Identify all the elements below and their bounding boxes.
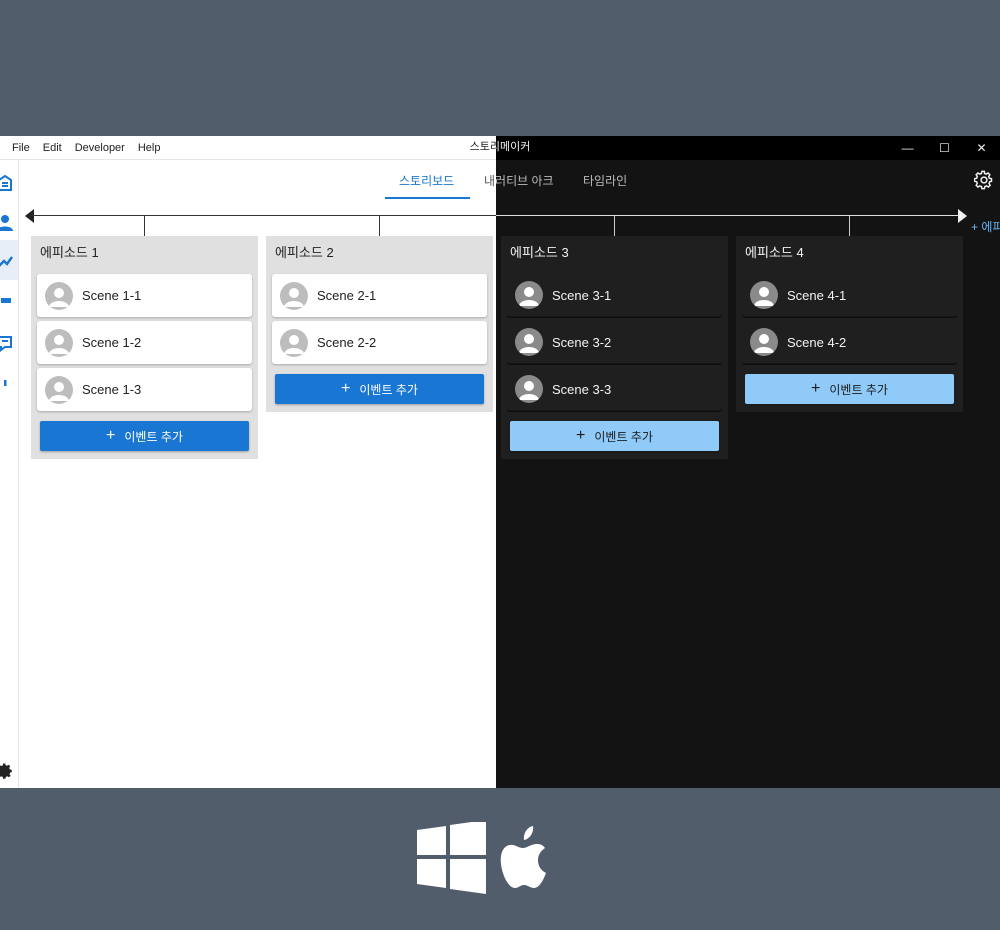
add-event-label: 이벤트 추가 xyxy=(829,382,888,397)
apple-logo xyxy=(500,826,546,888)
scene-list: Scene 1-1 Scene 1-2 Scene 1-3 xyxy=(31,274,258,411)
scene-label: Scene 4-1 xyxy=(787,287,847,303)
active-tab-indicator xyxy=(385,197,470,199)
view-tabs: 스토리보드 내러티브 아크 타임라인 xyxy=(0,160,496,200)
add-event-button[interactable]: + 이벤트 추가 xyxy=(745,374,954,404)
episode-column-3: 에피소드 3 Scene 3-1 Scene 3-2 Scene 3-3 + 이… xyxy=(501,236,728,459)
person-avatar-icon xyxy=(750,328,778,356)
app-window: File Edit Developer Help 스토리메이커 — ☐ ✕ xyxy=(0,136,1000,788)
scene-card[interactable]: Scene 1-1 xyxy=(37,274,252,317)
person-avatar-icon xyxy=(515,375,543,403)
person-avatar-icon xyxy=(750,281,778,309)
flag-icon[interactable] xyxy=(0,290,16,312)
scene-card[interactable]: Scene 4-1 xyxy=(742,274,957,317)
scene-card[interactable]: Scene 2-1 xyxy=(272,274,487,317)
tab-narrative-arc[interactable]: 내러티브 아크 xyxy=(496,172,554,189)
person-avatar-icon xyxy=(515,281,543,309)
add-event-label: 이벤트 추가 xyxy=(124,429,183,444)
episode-title: 에피소드 4 xyxy=(745,245,804,260)
scene-card[interactable]: Scene 2-2 xyxy=(272,321,487,364)
scene-label: Scene 3-2 xyxy=(552,334,612,350)
episode-column-1: 에피소드 1 Scene 1-1 Scene 1-2 Scene 1-3 + 이… xyxy=(31,236,258,459)
dark-theme-half: File Edit Developer Help 스토리메이커 — ☐ ✕ xyxy=(496,136,1000,788)
scene-label: Scene 1-3 xyxy=(82,382,142,397)
edit-icon[interactable] xyxy=(0,250,16,272)
tab-narrative-arc[interactable]: 내러티브 아크 xyxy=(484,172,496,189)
light-theme-half: File Edit Developer Help 스토리메이커 — ☐ ✕ xyxy=(0,136,496,788)
episode-title: 에피소드 1 xyxy=(40,245,99,260)
add-event-button[interactable]: + 이벤트 추가 xyxy=(40,421,249,451)
scene-list: Scene 2-1 Scene 2-2 xyxy=(266,274,493,364)
timeline-tick xyxy=(379,216,380,236)
scene-card[interactable]: Scene 1-2 xyxy=(37,321,252,364)
add-event-label: 이벤트 추가 xyxy=(359,382,418,397)
person-avatar-icon xyxy=(280,328,308,357)
sidebar xyxy=(0,160,19,788)
add-event-button[interactable]: + 이벤트 추가 xyxy=(510,421,719,451)
timeline-tick xyxy=(849,216,850,236)
scene-card[interactable]: Scene 3-1 xyxy=(507,274,722,317)
timeline-tick xyxy=(614,216,615,236)
scene-label: Scene 1-2 xyxy=(82,335,142,350)
person-icon[interactable] xyxy=(0,212,16,234)
person-avatar-icon xyxy=(280,281,308,310)
person-avatar-icon xyxy=(45,375,73,404)
add-episode-button[interactable]: + 에피소드 추가 xyxy=(971,218,1000,235)
scene-card[interactable]: Scene 1-3 xyxy=(37,368,252,411)
title-bar: File Edit Developer Help 스토리메이커 — ☐ ✕ xyxy=(496,136,1000,160)
minimize-button[interactable]: — xyxy=(889,136,926,160)
timeline-tick xyxy=(144,216,145,236)
episode-column-4: 에피소드 4 Scene 4-1 Scene 4-2 + 이벤트 추가 xyxy=(736,236,963,412)
maximize-button[interactable]: ☐ xyxy=(926,136,963,160)
timeline-end-arrow xyxy=(958,209,967,223)
scene-list: Scene 4-1 Scene 4-2 xyxy=(736,274,963,364)
episode-column-2: 에피소드 2 Scene 2-1 Scene 2-2 + 이벤트 추가 xyxy=(266,236,493,412)
app-title: 스토리메이커 xyxy=(469,141,496,153)
scene-card[interactable]: Scene 3-3 xyxy=(507,368,722,411)
timeline-axis xyxy=(496,215,961,216)
title-bar: File Edit Developer Help 스토리메이커 — ☐ ✕ xyxy=(0,136,496,160)
scene-list: Scene 3-1 Scene 3-2 Scene 3-3 xyxy=(501,274,728,411)
person-avatar-icon xyxy=(45,281,73,310)
timeline-start-arrow xyxy=(25,209,34,223)
timeline-axis xyxy=(31,215,496,216)
close-button[interactable]: ✕ xyxy=(963,136,1000,160)
window-controls: — ☐ ✕ xyxy=(889,136,1000,160)
scene-label: Scene 1-1 xyxy=(82,288,142,303)
plus-icon: + xyxy=(106,427,116,444)
scene-label: Scene 4-2 xyxy=(787,334,847,350)
scene-label: Scene 2-2 xyxy=(317,335,377,350)
episode-title: 에피소드 3 xyxy=(510,245,569,260)
add-event-button[interactable]: + 이벤트 추가 xyxy=(275,374,484,404)
scene-label: Scene 3-3 xyxy=(552,381,612,397)
add-event-label: 이벤트 추가 xyxy=(594,429,653,444)
settings-icon[interactable] xyxy=(0,760,16,782)
view-tabs: 스토리보드 내러티브 아크 타임라인 xyxy=(496,160,1000,200)
plus-icon: + xyxy=(576,427,586,444)
plus-icon: + xyxy=(811,380,821,397)
settings-gear-icon[interactable] xyxy=(973,170,994,190)
scene-card[interactable]: Scene 3-2 xyxy=(507,321,722,364)
scene-label: Scene 3-1 xyxy=(552,287,612,303)
tab-storyboard[interactable]: 스토리보드 xyxy=(399,172,454,189)
chat-icon[interactable] xyxy=(0,332,16,354)
more-icon[interactable] xyxy=(0,372,16,394)
scene-card[interactable]: Scene 4-2 xyxy=(742,321,957,364)
os-logos xyxy=(416,820,561,894)
windows-logo xyxy=(417,820,486,894)
episode-title: 에피소드 2 xyxy=(275,245,334,260)
person-avatar-icon xyxy=(45,328,73,357)
scene-label: Scene 2-1 xyxy=(317,288,377,303)
person-avatar-icon xyxy=(515,328,543,356)
tab-timeline[interactable]: 타임라인 xyxy=(583,172,627,189)
plus-icon: + xyxy=(341,380,351,397)
